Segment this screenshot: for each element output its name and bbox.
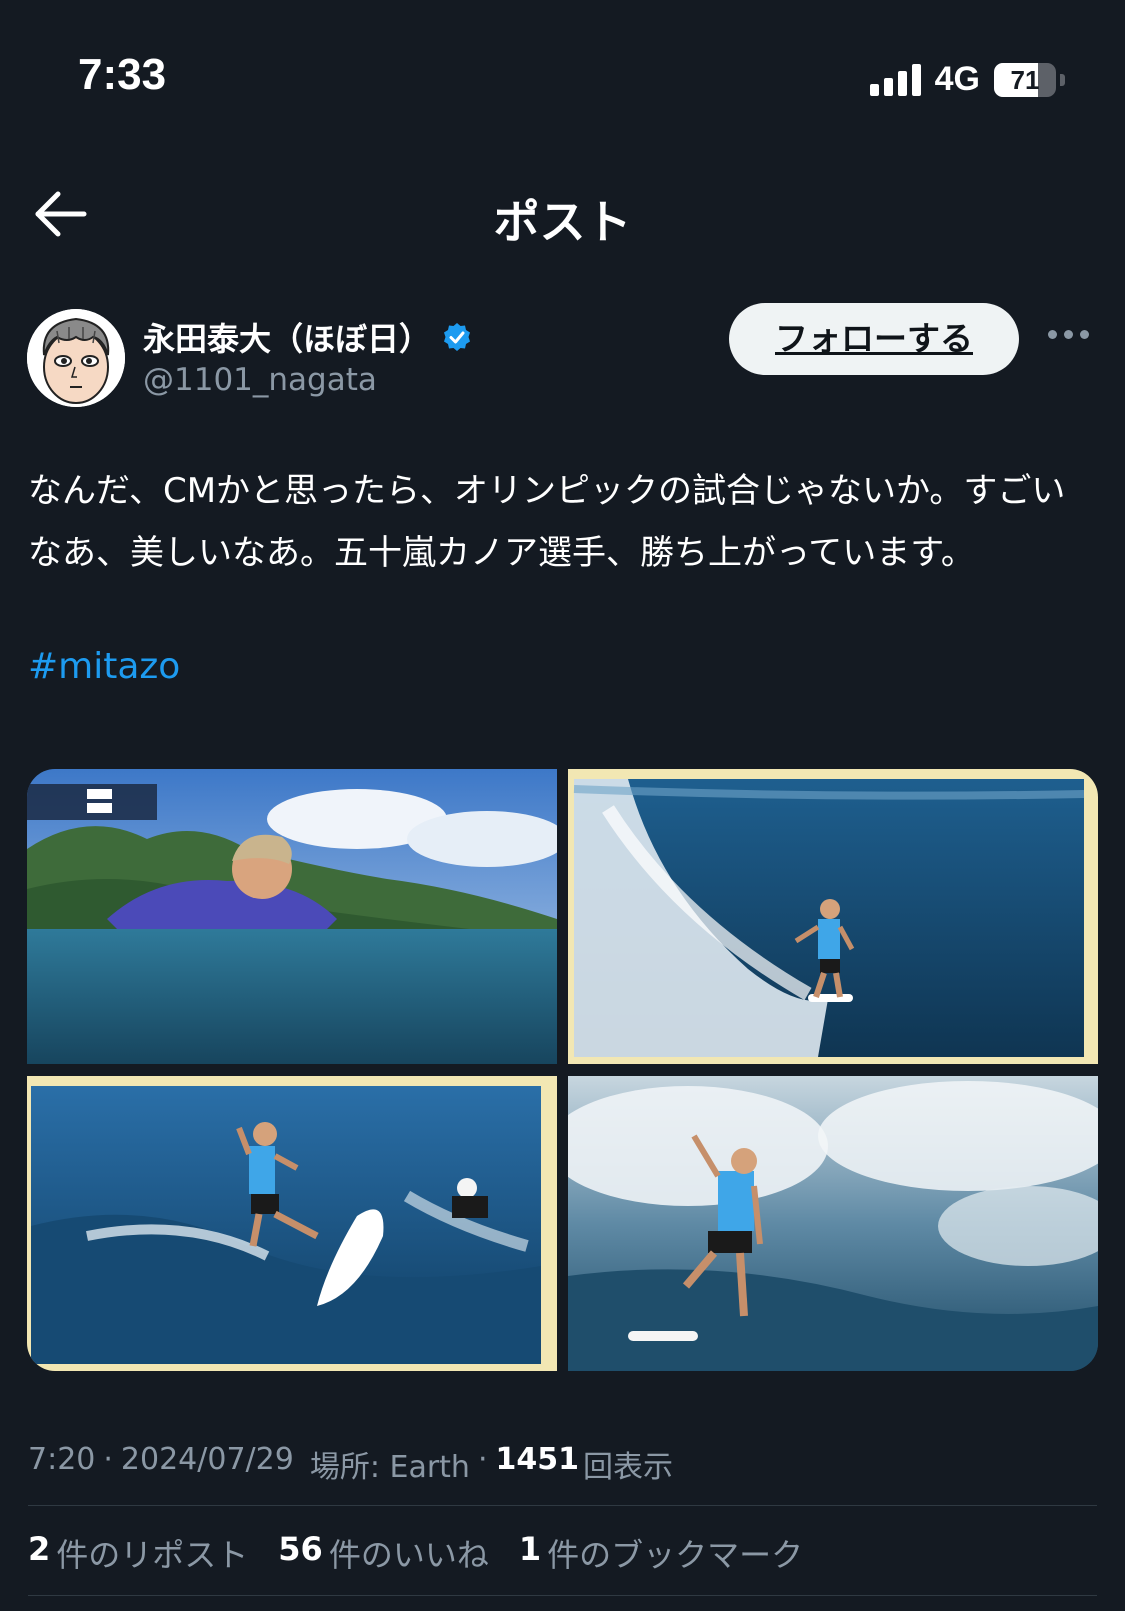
likes-count: 56 bbox=[278, 1530, 323, 1568]
post-detail-screen: 7:33 4G 71 ポスト 永田泰大（ほぼ日） @1101_nagata フォ… bbox=[0, 0, 1125, 1611]
post-text: なんだ、CMかと思ったら、オリンピックの試合じゃないか。すごいなあ、美しいなあ。… bbox=[28, 471, 1066, 573]
avatar[interactable] bbox=[27, 309, 125, 407]
avatar-illustration bbox=[27, 309, 125, 407]
bookmarks-stat[interactable]: 1 件のブックマーク bbox=[519, 1530, 803, 1576]
divider-bottom bbox=[28, 1595, 1097, 1596]
reposts-count: 2 bbox=[28, 1530, 51, 1568]
page-title: ポスト bbox=[493, 195, 632, 249]
media-photo-2[interactable] bbox=[568, 769, 1098, 1064]
signal-icon bbox=[869, 63, 921, 96]
bookmarks-count: 1 bbox=[518, 1530, 542, 1568]
reposts-label: 件のリポスト bbox=[56, 1536, 249, 1574]
media-grid bbox=[27, 769, 1098, 1371]
media-photo-3[interactable] bbox=[27, 1076, 557, 1371]
photo-surfer-turn bbox=[27, 1076, 557, 1371]
likes-label: 件のいいね bbox=[328, 1536, 489, 1574]
hashtag-link[interactable]: #mitazo bbox=[28, 646, 180, 687]
battery-icon: 71 bbox=[994, 62, 1056, 97]
author-name-row[interactable]: 永田泰大（ほぼ日） bbox=[143, 314, 473, 360]
photo-surfer-whitewater bbox=[568, 1076, 1098, 1371]
post-date: 2024/07/29 bbox=[120, 1442, 294, 1477]
post-location[interactable]: 場所: Earth bbox=[294, 1442, 470, 1486]
network-type: 4G bbox=[934, 60, 980, 98]
views-label: 回表示 bbox=[582, 1450, 673, 1485]
engagement-stats: 2 件のリポスト 56 件のいいね 1 件のブックマーク bbox=[28, 1530, 803, 1576]
photo-surfer-wave bbox=[568, 769, 1098, 1064]
divider-top bbox=[28, 1505, 1097, 1506]
photo-surfer-paddling bbox=[27, 769, 557, 1064]
reposts-stat[interactable]: 2 件のリポスト bbox=[28, 1530, 248, 1576]
views-count: 1451 bbox=[495, 1442, 579, 1477]
status-time: 7:33 bbox=[78, 50, 167, 99]
author-handle[interactable]: @1101_nagata bbox=[143, 362, 377, 398]
follow-button[interactable]: フォローする bbox=[729, 303, 1019, 375]
more-horizontal-icon[interactable] bbox=[1048, 330, 1089, 339]
battery-tip bbox=[1060, 73, 1065, 86]
likes-stat[interactable]: 56 件のいいね bbox=[278, 1530, 489, 1576]
verified-badge-icon bbox=[444, 323, 471, 351]
status-indicators: 4G 71 bbox=[869, 60, 1065, 99]
media-photo-1[interactable] bbox=[27, 769, 557, 1064]
battery-percent: 71 bbox=[1010, 64, 1040, 95]
bookmarks-label: 件のブックマーク bbox=[547, 1536, 804, 1574]
media-photo-4[interactable] bbox=[568, 1076, 1098, 1371]
post-time: 7:20 bbox=[28, 1442, 96, 1477]
meta-separator-2: · bbox=[477, 1442, 488, 1477]
post-meta: 7:20 · 2024/07/29 場所: Earth · 1451 回表示 bbox=[28, 1442, 673, 1486]
author-name: 永田泰大（ほぼ日） bbox=[143, 320, 432, 358]
meta-separator: · bbox=[103, 1442, 113, 1477]
